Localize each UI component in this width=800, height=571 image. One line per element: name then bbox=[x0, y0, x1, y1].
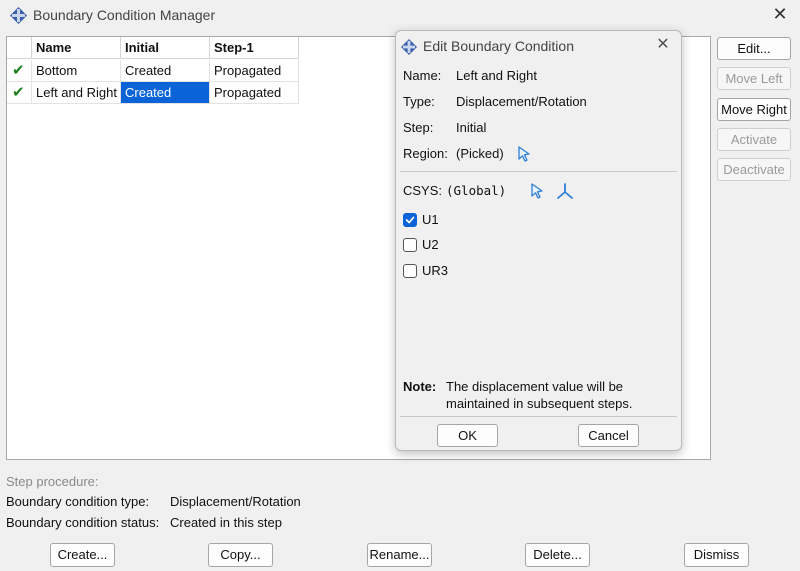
u1-checkbox[interactable] bbox=[403, 213, 417, 227]
pick-cursor-icon[interactable] bbox=[530, 183, 544, 199]
table-row-name[interactable]: Left and Right bbox=[32, 82, 121, 104]
table-header-step-1[interactable]: Step-1 bbox=[210, 37, 299, 59]
app-icon bbox=[10, 7, 27, 24]
pick-cursor-icon[interactable] bbox=[517, 146, 531, 162]
checkmark-icon bbox=[405, 216, 415, 224]
ok-button[interactable]: OK bbox=[437, 424, 498, 447]
window-title: Boundary Condition Manager bbox=[33, 7, 216, 23]
table-row-initial[interactable]: Created bbox=[121, 60, 210, 82]
delete-button[interactable]: Delete... bbox=[525, 543, 590, 567]
activate-button[interactable]: Activate bbox=[717, 128, 791, 151]
name-value: Left and Right bbox=[456, 68, 537, 83]
u2-checkbox[interactable] bbox=[403, 238, 417, 252]
table-header-status bbox=[7, 37, 32, 59]
bc-status-value: Created in this step bbox=[170, 515, 283, 530]
app-icon bbox=[401, 39, 417, 55]
cancel-button[interactable]: Cancel bbox=[578, 424, 639, 447]
dialog-title: Edit Boundary Condition bbox=[423, 38, 574, 54]
u2-label: U2 bbox=[422, 237, 439, 252]
deactivate-button[interactable]: Deactivate bbox=[717, 158, 791, 181]
dialog-close-icon[interactable]: ✕ bbox=[653, 35, 673, 55]
ur3-label: UR3 bbox=[422, 263, 449, 278]
csys-label: CSYS: bbox=[403, 183, 443, 198]
edit-button[interactable]: Edit... bbox=[717, 37, 791, 60]
note-line-1: The displacement value will be bbox=[446, 379, 624, 394]
active-check-icon: ✔ bbox=[7, 82, 32, 104]
coordinate-system-icon[interactable] bbox=[556, 182, 574, 200]
edit-boundary-condition-dialog: Edit Boundary Condition ✕ Name: Left and… bbox=[395, 30, 682, 451]
table-row-step-1[interactable]: Propagated bbox=[210, 60, 299, 82]
type-value: Displacement/Rotation bbox=[456, 94, 587, 109]
bc-type-value: Displacement/Rotation bbox=[170, 494, 301, 509]
active-check-icon: ✔ bbox=[7, 60, 32, 82]
step-value: Initial bbox=[456, 120, 487, 135]
table-header-initial[interactable]: Initial bbox=[121, 37, 210, 59]
bc-status-label: Boundary condition status: bbox=[6, 515, 160, 530]
table-row-name[interactable]: Bottom bbox=[32, 60, 121, 82]
bc-type-label: Boundary condition type: bbox=[6, 494, 150, 509]
create-button[interactable]: Create... bbox=[50, 543, 115, 567]
separator bbox=[400, 171, 677, 172]
step-label: Step: bbox=[403, 120, 434, 135]
note-label: Note: bbox=[403, 379, 437, 394]
dismiss-button[interactable]: Dismiss bbox=[684, 543, 749, 567]
note-line-2: maintained in subsequent steps. bbox=[446, 396, 633, 411]
csys-value: (Global) bbox=[446, 183, 507, 198]
close-icon[interactable]: ✕ bbox=[770, 4, 790, 24]
table-row-step-1[interactable]: Propagated bbox=[210, 82, 299, 104]
info-panel: Step procedure: Boundary condition type:… bbox=[6, 472, 711, 532]
move-left-button[interactable]: Move Left bbox=[717, 67, 791, 90]
table-row-initial-selected[interactable]: Created bbox=[121, 82, 210, 104]
table-header-name[interactable]: Name bbox=[32, 37, 121, 59]
u1-label: U1 bbox=[422, 212, 439, 227]
move-right-button[interactable]: Move Right bbox=[717, 98, 791, 121]
name-label: Name: bbox=[403, 68, 442, 83]
region-label: Region: bbox=[403, 146, 448, 161]
region-value: (Picked) bbox=[456, 146, 504, 161]
type-label: Type: bbox=[403, 94, 435, 109]
separator bbox=[400, 416, 677, 417]
copy-button[interactable]: Copy... bbox=[208, 543, 273, 567]
step-procedure-label: Step procedure: bbox=[6, 474, 99, 489]
ur3-checkbox[interactable] bbox=[403, 264, 417, 278]
rename-button[interactable]: Rename... bbox=[367, 543, 432, 567]
